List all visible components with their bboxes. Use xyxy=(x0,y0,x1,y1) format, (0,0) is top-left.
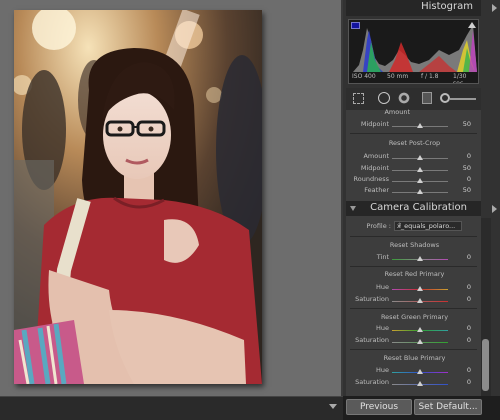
midpoint-slider-thumb[interactable] xyxy=(417,123,423,128)
photo-preview[interactable] xyxy=(14,10,262,384)
feather-slider-thumb[interactable] xyxy=(417,189,423,194)
hue-slider-thumb[interactable] xyxy=(417,327,423,332)
chevron-right-icon[interactable] xyxy=(492,205,497,213)
chevron-down-icon[interactable] xyxy=(350,206,356,211)
shutter-readout: 1/30 sec xyxy=(453,73,467,84)
reset-blue-primary-title[interactable]: Reset Blue Primary xyxy=(346,354,483,362)
tool-strip xyxy=(346,88,481,110)
saturation-label: Saturation xyxy=(355,295,389,303)
profile-label: Profile : xyxy=(366,222,391,230)
section-divider xyxy=(350,349,477,350)
chevron-down-icon[interactable] xyxy=(329,404,337,409)
midpoint-slider-thumb[interactable] xyxy=(417,167,423,172)
hue-value[interactable]: 0 xyxy=(451,324,471,332)
camera-calibration-header[interactable]: Camera Calibration xyxy=(346,201,481,216)
roundness-slider-thumb[interactable] xyxy=(417,178,423,183)
shadow-clipping-icon[interactable] xyxy=(351,22,360,29)
red-eye-icon[interactable] xyxy=(398,92,410,104)
section-divider xyxy=(350,266,477,267)
feather-value[interactable]: 50 xyxy=(451,186,471,194)
reset-green-primary-title[interactable]: Reset Green Primary xyxy=(346,313,483,321)
highlight-clipping-icon[interactable] xyxy=(468,22,476,28)
post-crop-title[interactable]: Reset Post-Crop xyxy=(346,139,483,147)
crop-overlay-icon[interactable] xyxy=(353,93,364,104)
midpoint-value[interactable]: 50 xyxy=(451,120,471,128)
saturation-value[interactable]: 0 xyxy=(451,295,471,303)
brush-size-indicator xyxy=(450,98,476,100)
amount-slider-thumb[interactable] xyxy=(417,155,423,160)
section-divider xyxy=(350,236,477,237)
saturation-slider-thumb[interactable] xyxy=(417,298,423,303)
profile-select[interactable]: x_equals_polaro... ⇕ xyxy=(394,221,462,231)
adjustment-brush-icon[interactable] xyxy=(440,93,450,103)
roundness-label: Roundness xyxy=(353,175,389,183)
hue-label: Hue xyxy=(375,366,389,374)
app-window: Histogram ISO 400 50 mm f / 1.8 1/30 sec… xyxy=(0,0,500,420)
hue-slider-thumb[interactable] xyxy=(417,369,423,374)
amount-label: Amount xyxy=(363,152,389,160)
hue-label: Hue xyxy=(375,324,389,332)
hue-slider-thumb[interactable] xyxy=(417,286,423,291)
panel-scrollbar-thumb[interactable] xyxy=(482,339,489,391)
image-canvas[interactable] xyxy=(0,0,343,396)
aperture-readout: f / 1.8 xyxy=(421,73,439,80)
saturation-label: Saturation xyxy=(355,336,389,344)
section-divider xyxy=(350,308,477,309)
saturation-value[interactable]: 0 xyxy=(451,336,471,344)
reset-shadows-title[interactable]: Reset Shadows xyxy=(346,241,483,249)
amount-value[interactable]: 0 xyxy=(451,152,471,160)
histogram[interactable]: ISO 400 50 mm f / 1.8 1/30 sec xyxy=(348,19,479,84)
midpoint-label: Midpoint xyxy=(360,120,389,128)
up-down-arrow-icon: ⇕ xyxy=(397,222,403,229)
midpoint-label: Midpoint xyxy=(360,164,389,172)
histogram-title: Histogram xyxy=(421,1,473,12)
focal-length-readout: 50 mm xyxy=(387,73,409,80)
histogram-header[interactable]: Histogram xyxy=(346,0,481,16)
chevron-right-icon[interactable] xyxy=(492,4,497,12)
tint-label: Tint xyxy=(376,253,389,261)
saturation-slider-thumb[interactable] xyxy=(417,339,423,344)
roundness-value[interactable]: 0 xyxy=(451,175,471,183)
tint-slider-thumb[interactable] xyxy=(417,256,423,261)
saturation-label: Saturation xyxy=(355,378,389,386)
spot-removal-icon[interactable] xyxy=(378,92,390,104)
set-default-button[interactable]: Set Default... xyxy=(414,399,482,415)
feather-label: Feather xyxy=(364,186,389,194)
hue-label: Hue xyxy=(375,283,389,291)
iso-readout: ISO 400 xyxy=(352,73,376,80)
saturation-value[interactable]: 0 xyxy=(451,378,471,386)
cutoff-label: Amount xyxy=(384,108,410,114)
previous-button[interactable]: Previous xyxy=(346,399,412,415)
hue-value[interactable]: 0 xyxy=(451,283,471,291)
section-divider xyxy=(350,133,477,134)
graduated-filter-icon[interactable] xyxy=(422,92,432,104)
midpoint-value[interactable]: 50 xyxy=(451,164,471,172)
saturation-slider-thumb[interactable] xyxy=(417,381,423,386)
hue-value[interactable]: 0 xyxy=(451,366,471,374)
reset-red-primary-title[interactable]: Reset Red Primary xyxy=(346,270,483,278)
tint-value[interactable]: 0 xyxy=(451,253,471,261)
camera-calibration-title: Camera Calibration xyxy=(370,202,467,213)
filmstrip-bar xyxy=(0,396,343,420)
